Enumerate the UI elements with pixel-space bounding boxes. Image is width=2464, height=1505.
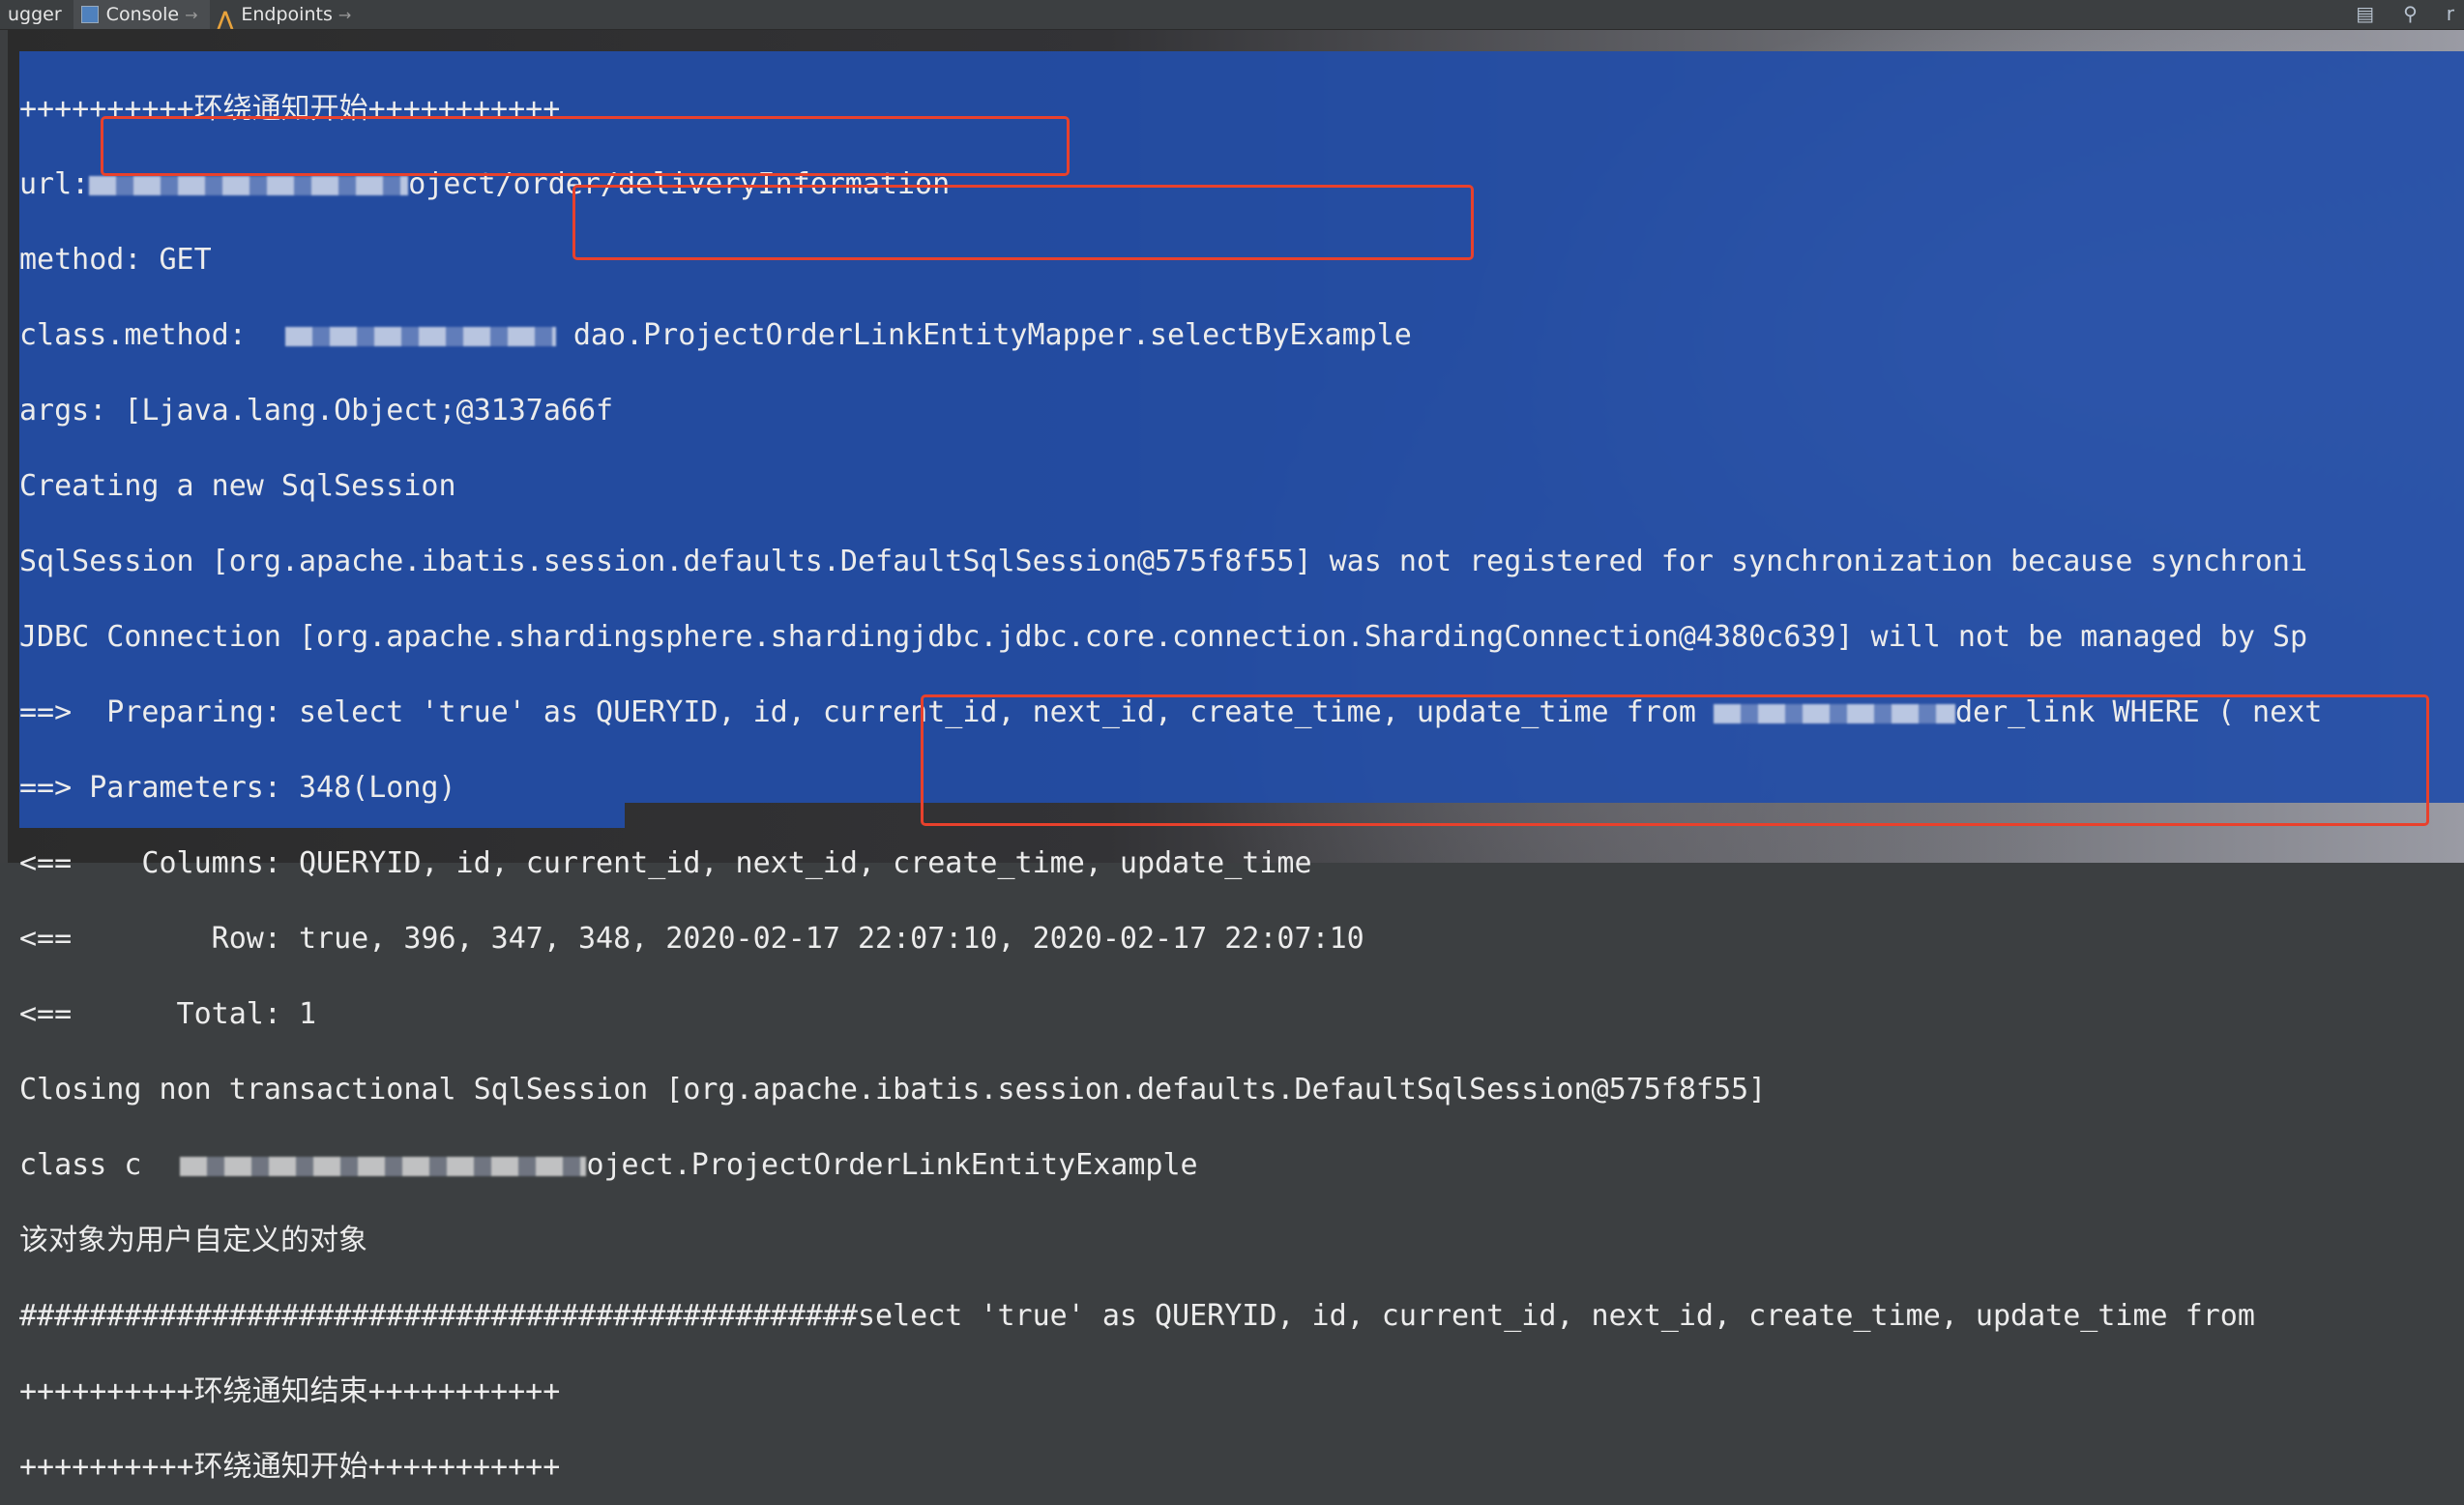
log-line: args: [Ljava.lang.Object;@3137a66f [19,397,2322,426]
tab-endpoints-label: Endpoints [241,4,333,25]
redacted-block [1713,703,1955,723]
tab-endpoints-pin[interactable]: → [338,6,351,24]
log-text: 该对象为用户自定义的对象 [19,1224,367,1257]
log-text: <== Row: true, 396, 347, 348, 2020-02-17… [19,922,1364,956]
log-line: <== Total: 1 [19,1000,2322,1029]
tab-console-label: Console [105,4,180,25]
log-line: <== Row: true, 396, 347, 348, 2020-02-17… [19,925,2322,954]
tab-debugger[interactable]: ugger [0,0,73,29]
tab-console-pin[interactable]: → [185,6,197,24]
log-line: JDBC Connection [org.apache.shardingsphe… [19,623,2322,652]
console-output[interactable]: ++++++++++环绕通知开始+++++++++++ url: oject/or… [19,46,2322,1505]
log-text: ########################################… [19,1299,2255,1333]
console-icon [80,6,99,23]
log-line: SqlSession [org.apache.ibatis.session.de… [19,547,2322,576]
log-line: ########################################… [19,1302,2322,1331]
log-text: ++++++++++环绕通知结束+++++++++++ [19,1374,561,1408]
log-line: <== Columns: QUERYID, id, current_id, ne… [19,849,2322,878]
log-line: method: GET [19,246,2322,275]
tab-debugger-label: ugger [8,4,62,25]
log-text: ==> Parameters: 348(Long) [19,771,456,805]
log-line: url: oject/order/deliveryInformation [19,170,2322,199]
log-text: class c [19,1148,142,1182]
toolbar-right-text[interactable]: r [2447,2,2454,25]
redacted-block [180,1156,587,1176]
log-text: ++++++++++环绕通知开始+++++++++++ [19,92,561,126]
tab-console[interactable]: Console → [73,0,210,29]
log-text: Creating a new SqlSession [19,469,456,503]
log-line: class c oject.ProjectOrderLinkEntityExamp… [19,1151,2322,1180]
log-text: SqlSession [org.apache.ibatis.session.de… [19,545,2308,578]
log-text: ++++++++++环绕通知开始+++++++++++ [19,1450,561,1484]
redacted-block [89,175,409,195]
endpoints-icon: ⋀ [217,7,234,30]
log-text: oject.ProjectOrderLinkEntityExample [586,1148,1198,1182]
log-text: args: [Ljava.lang.Object;@3137a66f [19,394,614,428]
log-text: Closing non transactional SqlSession [or… [19,1073,1767,1107]
log-line: ==> Preparing: select 'true' as QUERYID,… [19,698,2322,727]
search-icon[interactable]: ⚲ [2403,2,2418,25]
log-text: JDBC Connection [org.apache.shardingsphe… [19,620,2308,654]
log-text: <== Total: 1 [19,997,317,1031]
redacted-block [284,326,556,346]
toolbar-right-icons: ▤ ⚲ r [2356,2,2454,25]
log-text: url: [19,167,90,201]
log-text: .ProjectOrderLinkEntityMapper.selectByEx… [626,318,1412,352]
log-text: method: GET [19,243,212,277]
log-line: Creating a new SqlSession [19,472,2322,501]
log-line: 该对象为用户自定义的对象 [19,1226,2322,1255]
log-line: ++++++++++环绕通知开始+++++++++++ [19,95,2322,124]
tab-endpoints[interactable]: ⋀ Endpoints → [210,0,364,30]
log-text: oject/order/deliveryInformation [408,167,951,201]
log-line: ==> Parameters: 348(Long) [19,774,2322,803]
tool-window-tabbar: ugger Console → ⋀ Endpoints → ▤ ⚲ r [0,0,2464,30]
log-line: class.method: dao.ProjectOrderLinkEntity… [19,321,2322,350]
log-text: dao [572,318,627,352]
log-text: der_link WHERE ( next [1954,695,2323,729]
log-text: <== Columns: QUERYID, id, current_id, ne… [19,846,1312,880]
log-line: ++++++++++环绕通知结束+++++++++++ [19,1377,2322,1406]
build-icon[interactable]: ▤ [2356,2,2374,25]
log-text: ==> Preparing: select 'true' as QUERYID,… [19,695,1714,729]
console-gutter [0,30,8,863]
log-text: class.method: [19,318,247,352]
log-line: Closing non transactional SqlSession [or… [19,1076,2322,1105]
log-line: ++++++++++环绕通知开始+++++++++++ [19,1453,2322,1482]
